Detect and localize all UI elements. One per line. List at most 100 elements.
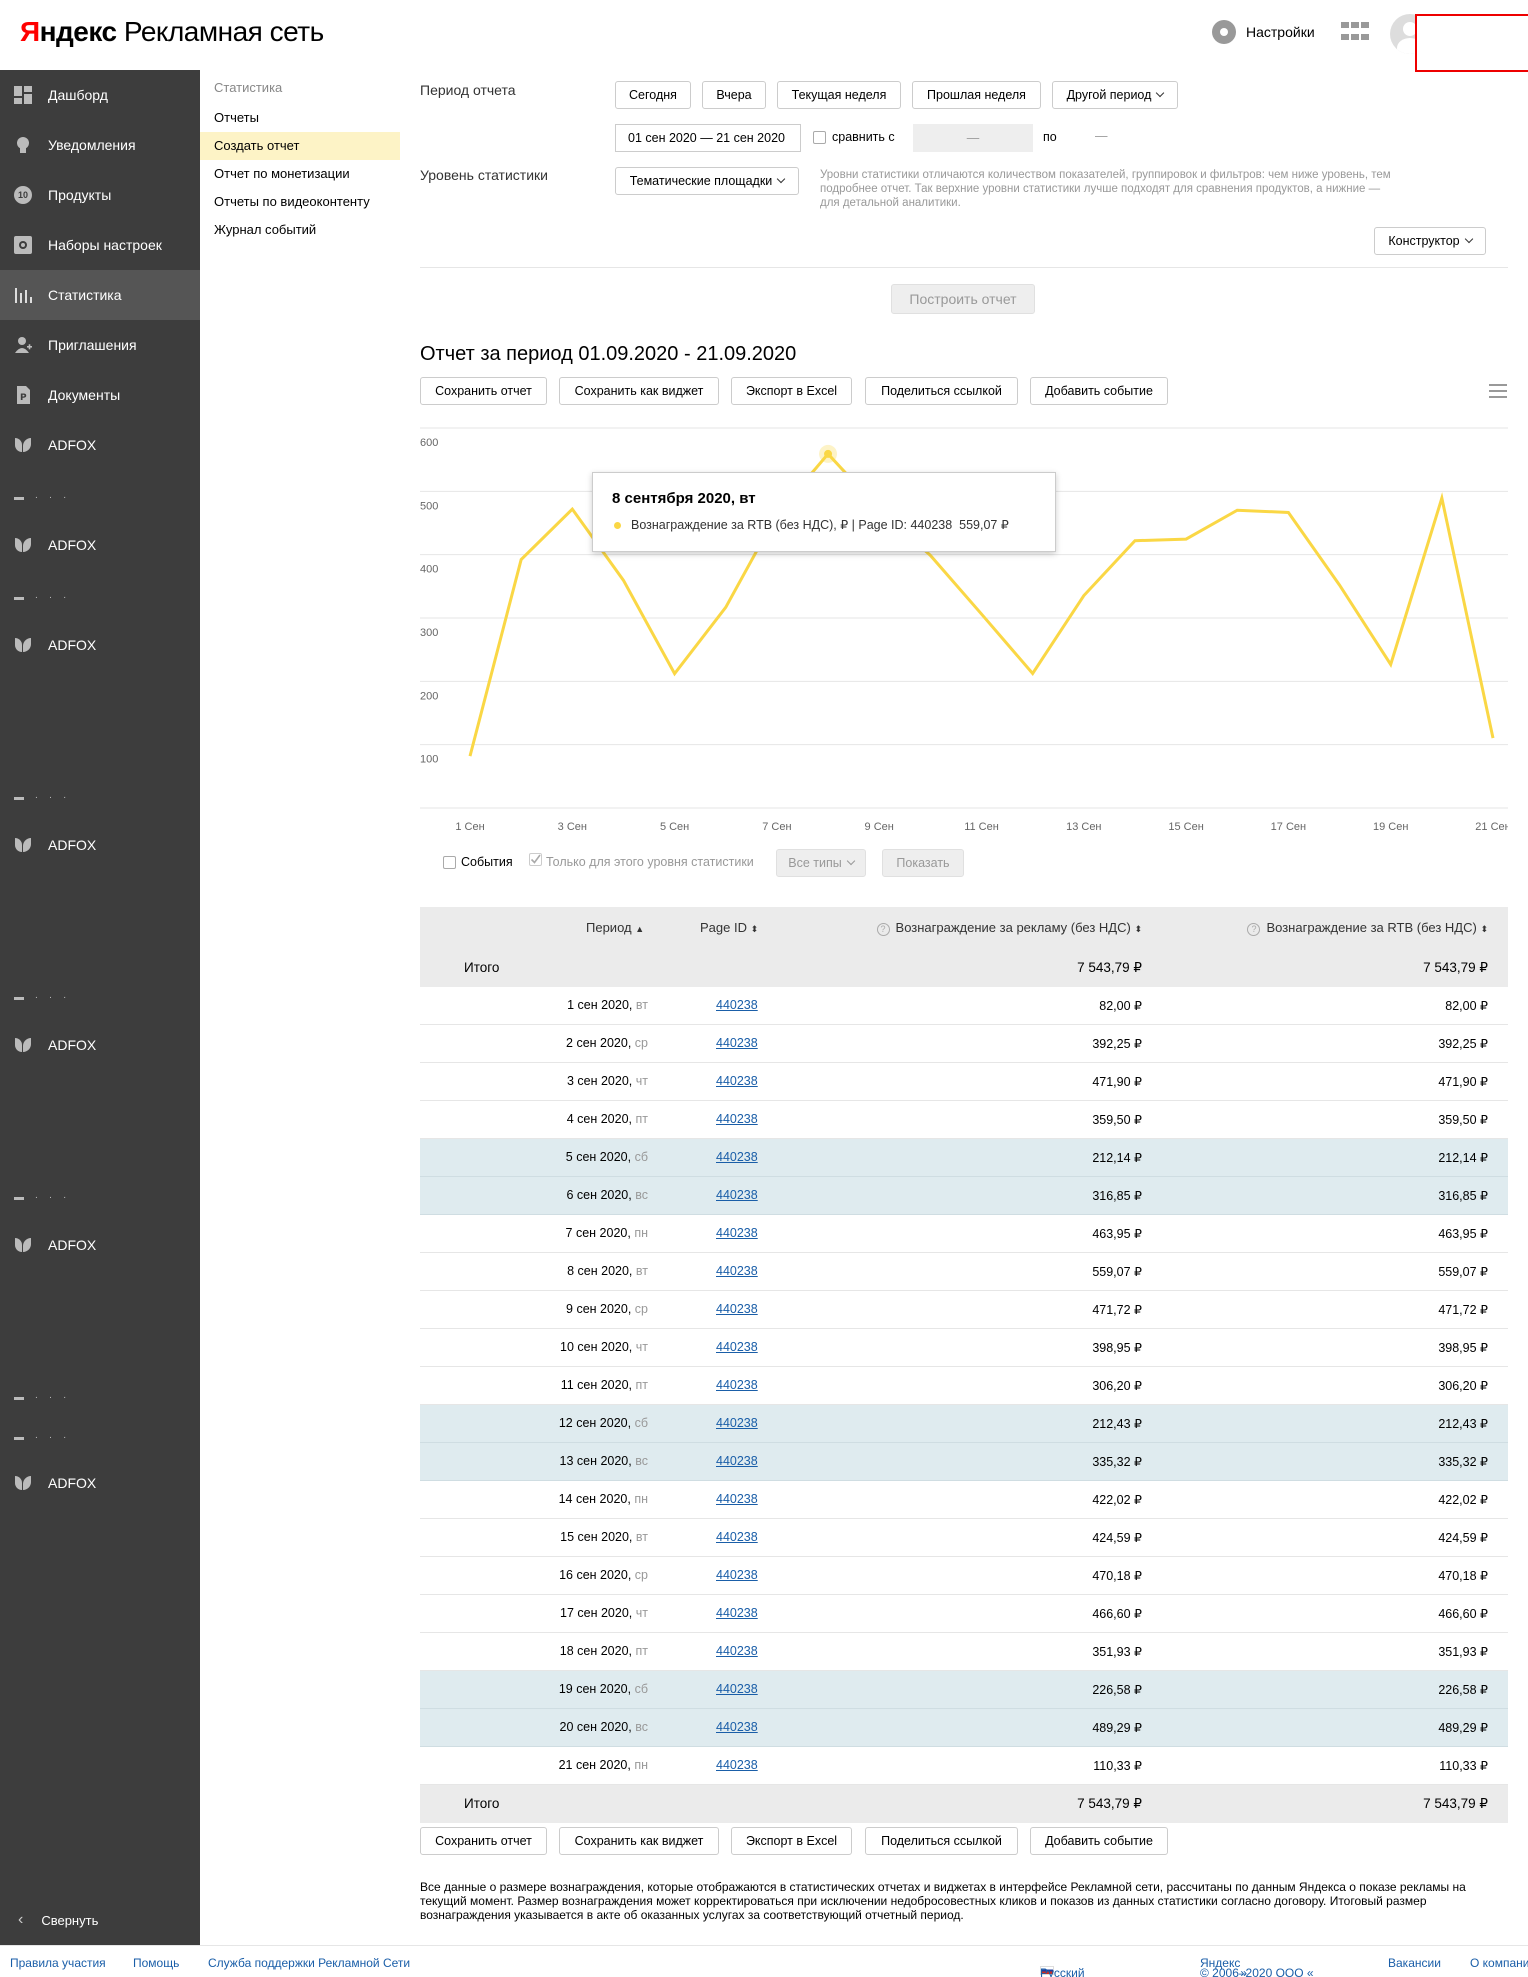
row-date-text: 19 сен 2020, — [558, 1682, 632, 1696]
column-header-reward-rtb[interactable]: ? Вознаграждение за RTB (без НДС) ⬍ — [1247, 920, 1488, 936]
compare-checkbox[interactable] — [813, 131, 826, 144]
row-weekday: вт — [635, 1264, 648, 1278]
period-today-button[interactable]: Сегодня — [615, 81, 691, 109]
sidebar-item-adfox[interactable]: ADFOX — [0, 420, 200, 470]
submenu-item-video-reports[interactable]: Отчеты по видеоконтенту — [200, 188, 400, 216]
row-page-id-link[interactable]: 440238 — [716, 1530, 758, 1544]
footer-help-link[interactable]: Помощь — [133, 1956, 179, 1970]
share-link-button[interactable]: Поделиться ссылкой — [865, 1827, 1018, 1855]
row-page-id-link[interactable]: 440238 — [716, 1378, 758, 1392]
settings-link[interactable]: Настройки — [1212, 20, 1315, 44]
other-period-dropdown[interactable]: Другой период — [1052, 81, 1178, 109]
apps-grid-icon[interactable] — [1341, 22, 1369, 44]
export-excel-button[interactable]: Экспорт в Excel — [731, 1827, 852, 1855]
share-link-button[interactable]: Поделиться ссылкой — [865, 377, 1018, 405]
row-page-id-link[interactable]: 440238 — [716, 1112, 758, 1126]
event-types-dropdown[interactable]: Все типы — [776, 849, 866, 877]
yandex-logo[interactable]: Яндекс Рекламная сеть — [20, 16, 324, 48]
footer-rules-link[interactable]: Правила участия — [10, 1956, 106, 1970]
date-range-input[interactable]: 01 сен 2020 — 21 сен 2020 — [615, 124, 801, 152]
row-page-id-link[interactable]: 440238 — [716, 1264, 758, 1278]
save-report-button[interactable]: Сохранить отчет — [420, 377, 547, 405]
sidebar-item-adfox[interactable]: ADFOX — [0, 620, 200, 670]
events-checkbox[interactable] — [443, 856, 456, 869]
save-as-widget-button[interactable]: Сохранить как виджет — [559, 377, 719, 405]
row-page-id-link[interactable]: 440238 — [716, 1036, 758, 1050]
sidebar-item-adfox[interactable]: ADFOX — [0, 1020, 200, 1070]
y-tick-label: 600 — [420, 437, 438, 449]
sidebar-item-statistics[interactable]: Статистика — [0, 270, 200, 320]
row-page-id-link[interactable]: 440238 — [716, 1492, 758, 1506]
submenu-item-event-log[interactable]: Журнал событий — [200, 216, 400, 244]
footer-support-link[interactable]: Служба поддержки Рекламной Сети — [208, 1956, 410, 1970]
sidebar-item-adfox[interactable]: ADFOX — [0, 1458, 200, 1508]
submenu-item-create-report[interactable]: Создать отчет — [200, 132, 400, 160]
row-page-id-link[interactable]: 440238 — [716, 1644, 758, 1658]
sort-icon: ⬍ — [1134, 924, 1142, 934]
sidebar-item-products[interactable]: 10 Продукты — [0, 170, 200, 220]
sidebar-separator: ▬ · · · — [14, 592, 71, 603]
row-page-id-link[interactable]: 440238 — [716, 1758, 758, 1772]
row-weekday: вс — [635, 1720, 648, 1734]
save-report-button[interactable]: Сохранить отчет — [420, 1827, 547, 1855]
period-current-week-button[interactable]: Текущая неделя — [777, 81, 901, 109]
only-level-label: Только для этого уровня статистики — [546, 855, 754, 869]
products-icon: 10 — [14, 186, 32, 204]
help-icon[interactable]: ? — [1247, 923, 1261, 936]
submenu-item-monetization-report[interactable]: Отчет по монетизации — [200, 160, 400, 188]
collapse-sidebar-button[interactable]: ‹ Свернуть — [0, 1900, 200, 1940]
stats-level-dropdown[interactable]: Тематические площадки — [615, 167, 799, 195]
table-row: 2 сен 2020, ср 440238 392,25 ₽ 392,25 ₽ — [420, 1025, 1508, 1063]
row-page-id-link[interactable]: 440238 — [716, 1454, 758, 1468]
sidebar-item-notifications[interactable]: Уведомления — [0, 120, 200, 170]
row-weekday: сб — [634, 1416, 648, 1430]
submenu-item-reports[interactable]: Отчеты — [200, 104, 400, 132]
row-page-id-link[interactable]: 440238 — [716, 1416, 758, 1430]
row-page-id-link[interactable]: 440238 — [716, 1188, 758, 1202]
row-page-id-link[interactable]: 440238 — [716, 1302, 758, 1316]
row-page-id-link[interactable]: 440238 — [716, 1074, 758, 1088]
sidebar-item-adfox[interactable]: ADFOX — [0, 1220, 200, 1270]
sidebar-item-adfox[interactable]: ADFOX — [0, 820, 200, 870]
help-icon[interactable]: ? — [876, 923, 890, 936]
row-date: 3 сен 2020, чт — [567, 1074, 648, 1088]
only-level-checkbox[interactable] — [529, 853, 542, 866]
footer-jobs-link[interactable]: Вакансии — [1388, 1956, 1441, 1970]
sidebar-item-invitations[interactable]: Приглашения — [0, 320, 200, 370]
add-event-button[interactable]: Добавить событие — [1030, 1827, 1168, 1855]
row-page-id-link[interactable]: 440238 — [716, 1606, 758, 1620]
adfox-icon — [14, 536, 32, 554]
period-last-week-button[interactable]: Прошлая неделя — [912, 81, 1041, 109]
period-yesterday-button[interactable]: Вчера — [702, 81, 766, 109]
row-page-id-link[interactable]: 440238 — [716, 1568, 758, 1582]
save-as-widget-button[interactable]: Сохранить как виджет — [559, 1827, 719, 1855]
row-reward-ads: 471,72 ₽ — [1092, 1303, 1142, 1317]
footer-about-link[interactable]: О компании — [1470, 1956, 1528, 1970]
table-row: 3 сен 2020, чт 440238 471,90 ₽ 471,90 ₽ — [420, 1063, 1508, 1101]
row-page-id-link[interactable]: 440238 — [716, 1682, 758, 1696]
column-header-reward-ads[interactable]: ? Вознаграждение за рекламу (без НДС) ⬍ — [876, 920, 1142, 936]
row-page-id-link[interactable]: 440238 — [716, 1226, 758, 1240]
sidebar-item-documents[interactable]: P Документы — [0, 370, 200, 420]
sort-icon: ⬍ — [750, 924, 759, 934]
build-report-button[interactable]: Построить отчет — [891, 284, 1035, 314]
constructor-dropdown[interactable]: Конструктор — [1374, 227, 1486, 255]
row-date-text: 17 сен 2020, — [560, 1606, 633, 1620]
sidebar-item-adfox[interactable]: ADFOX — [0, 520, 200, 570]
sidebar-item-dashboard[interactable]: Дашборд — [0, 70, 200, 120]
row-page-id-link[interactable]: 440238 — [716, 1720, 758, 1734]
row-weekday: пт — [635, 1112, 649, 1126]
table-settings-icon[interactable] — [1489, 382, 1507, 398]
row-page-id-link[interactable]: 440238 — [716, 1340, 758, 1354]
add-event-button[interactable]: Добавить событие — [1030, 377, 1168, 405]
compare-from-input[interactable]: — — [913, 124, 1033, 152]
row-page-id-link[interactable]: 440238 — [716, 998, 758, 1012]
column-header-page-id[interactable]: Page ID ⬍ — [700, 920, 758, 935]
show-events-button[interactable]: Показать — [882, 849, 964, 877]
column-header-period[interactable]: Период ▲ — [586, 920, 644, 935]
collapse-label: Свернуть — [41, 1912, 99, 1928]
sidebar-item-presets[interactable]: Наборы настроек — [0, 220, 200, 270]
row-page-id-link[interactable]: 440238 — [716, 1150, 758, 1164]
export-excel-button[interactable]: Экспорт в Excel — [731, 377, 852, 405]
compare-to-input[interactable]: — — [1095, 129, 1108, 143]
